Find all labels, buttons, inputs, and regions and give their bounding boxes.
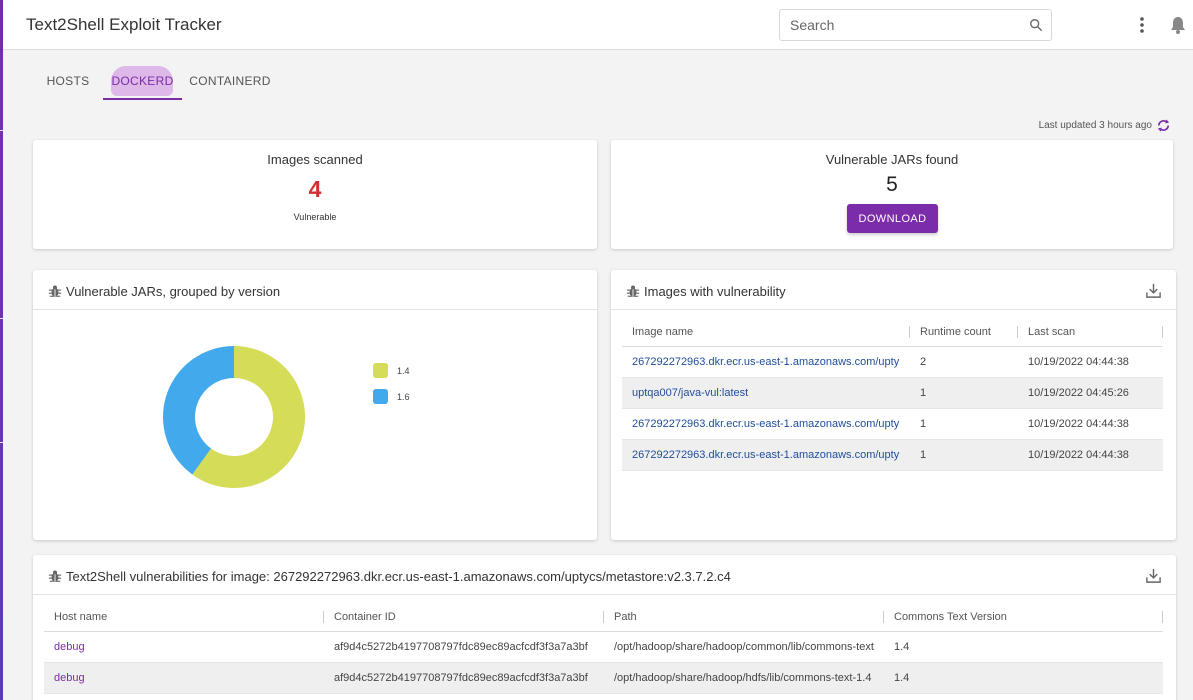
container-id: af9d4c5272b4197708797fdc89ec89acfcdf3f3a… <box>324 631 604 663</box>
bug-icon <box>626 285 640 297</box>
download-icon[interactable] <box>1145 282 1162 299</box>
container-id: af9d4c5272b4197708797fdc89ec89acfcdf3f3a… <box>324 662 604 694</box>
donut-chart <box>163 346 306 488</box>
tab-dockerd[interactable]: DOCKERD <box>103 66 182 100</box>
legend-label: 1.4 <box>397 365 410 376</box>
image-name-link[interactable]: 267292272963.dkr.ecr.us-east-1.amazonaws… <box>622 346 910 378</box>
column-header[interactable]: Image name <box>622 318 910 347</box>
card-header: Text2Shell vulnerabilities for image: 26… <box>33 555 1176 595</box>
tab-bar: HOSTS DOCKERD CONTAINERD <box>3 50 1193 102</box>
tab-label: CONTAINERD <box>189 74 271 88</box>
vulnerable-jars-title: Vulnerable JARs found <box>825 152 959 167</box>
last-updated: Last updated 3 hours ago <box>1039 118 1171 133</box>
tab-label: HOSTS <box>46 74 90 88</box>
table-row[interactable]: uptqa007/java-vul:latest 1 10/19/2022 04… <box>622 377 1163 409</box>
last-updated-text: Last updated 3 hours ago <box>1038 120 1152 131</box>
host-name-link[interactable]: debug <box>44 662 324 694</box>
images-scanned-card: Images scanned 4 Vulnerable <box>33 140 597 249</box>
commons-text-version: 1.4 <box>884 662 1163 694</box>
last-scan: 10/19/2022 04:45:26 <box>1018 377 1163 409</box>
runtime-count: 2 <box>910 346 1018 378</box>
table-row[interactable]: debug af9d4c5272b4197708797fdc89ec89acfc… <box>44 631 1163 663</box>
bug-icon <box>48 570 62 582</box>
legend-item-1-6[interactable]: 1.6 <box>373 389 410 404</box>
host-name-link[interactable]: debug <box>44 631 324 663</box>
table-row[interactable]: 267292272963.dkr.ecr.us-east-1.amazonaws… <box>622 439 1163 471</box>
last-scan: 10/19/2022 04:44:38 <box>1018 439 1163 471</box>
images-table: Image name Runtime count Last scan 26729… <box>622 318 1163 471</box>
legend-swatch <box>373 363 388 378</box>
tab-hosts[interactable]: HOSTS <box>38 66 98 96</box>
legend-item-1-4[interactable]: 1.4 <box>373 363 410 378</box>
column-header[interactable]: Host name <box>44 603 324 632</box>
text2shell-vulnerabilities-card: Text2Shell vulnerabilities for image: 26… <box>33 555 1176 700</box>
image-name-link[interactable]: 267292272963.dkr.ecr.us-east-1.amazonaws… <box>622 439 910 471</box>
image-name-link[interactable]: 267292272963.dkr.ecr.us-east-1.amazonaws… <box>622 408 910 440</box>
download-icon[interactable] <box>1145 567 1162 584</box>
jars-by-version-card: Vulnerable JARs, grouped by version 1.4 … <box>33 270 597 540</box>
column-header[interactable]: Path <box>604 603 884 632</box>
runtime-count: 1 <box>910 377 1018 409</box>
table-header-row: Image name Runtime count Last scan <box>622 318 1163 347</box>
vulnerable-jars-value: 5 <box>886 173 898 196</box>
table-header-row: Host name Container ID Path Commons Text… <box>44 603 1163 632</box>
search-box[interactable] <box>779 9 1052 41</box>
legend-label: 1.6 <box>397 391 410 402</box>
app-title: Text2Shell Exploit Tracker <box>26 15 222 34</box>
runtime-count: 1 <box>910 408 1018 440</box>
card-title: Text2Shell vulnerabilities for image: 26… <box>66 569 731 584</box>
tab-containerd[interactable]: CONTAINERD <box>189 66 271 96</box>
last-scan: 10/19/2022 04:44:38 <box>1018 408 1163 440</box>
commons-text-version: 1.4 <box>884 631 1163 663</box>
search-input[interactable] <box>790 17 1020 33</box>
column-header[interactable]: Last scan <box>1018 318 1163 347</box>
column-header[interactable]: Commons Text Version <box>884 603 1163 632</box>
tab-label: DOCKERD <box>111 74 174 88</box>
vulnerable-jars-card: Vulnerable JARs found 5 DOWNLOAD <box>611 140 1173 249</box>
search-icon[interactable] <box>1029 18 1043 32</box>
table-row[interactable]: 267292272963.dkr.ecr.us-east-1.amazonaws… <box>622 408 1163 440</box>
bell-icon[interactable] <box>1169 15 1187 35</box>
column-header[interactable]: Runtime count <box>910 318 1018 347</box>
bug-icon <box>48 285 62 297</box>
kebab-menu-icon[interactable] <box>1133 15 1151 35</box>
table-row[interactable]: debug af9d4c5272b4197708797fdc89ec89acfc… <box>44 662 1163 694</box>
left-rail <box>0 0 3 700</box>
top-bar: Text2Shell Exploit Tracker <box>3 0 1193 50</box>
image-name-link[interactable]: uptqa007/java-vul:latest <box>622 377 910 409</box>
vulnerabilities-table: Host name Container ID Path Commons Text… <box>44 603 1163 694</box>
card-title: Images with vulnerability <box>644 284 786 299</box>
legend-swatch <box>373 389 388 404</box>
card-header: Images with vulnerability <box>611 270 1176 310</box>
column-header[interactable]: Container ID <box>324 603 604 632</box>
last-scan: 10/19/2022 04:44:38 <box>1018 346 1163 378</box>
images-scanned-title: Images scanned <box>267 152 363 167</box>
jar-path: /opt/hadoop/share/hadoop/hdfs/lib/common… <box>604 662 884 694</box>
card-header: Vulnerable JARs, grouped by version <box>33 270 597 310</box>
table-row[interactable]: 267292272963.dkr.ecr.us-east-1.amazonaws… <box>622 346 1163 378</box>
jar-path: /opt/hadoop/share/hadoop/common/lib/comm… <box>604 631 884 663</box>
images-with-vulnerability-card: Images with vulnerability Image name Run… <box>611 270 1176 540</box>
refresh-icon[interactable] <box>1156 118 1171 133</box>
images-scanned-sub: Vulnerable <box>293 212 337 222</box>
card-title: Vulnerable JARs, grouped by version <box>66 284 281 299</box>
runtime-count: 1 <box>910 439 1018 471</box>
download-button[interactable]: DOWNLOAD <box>847 204 938 233</box>
images-scanned-value: 4 <box>308 176 322 202</box>
